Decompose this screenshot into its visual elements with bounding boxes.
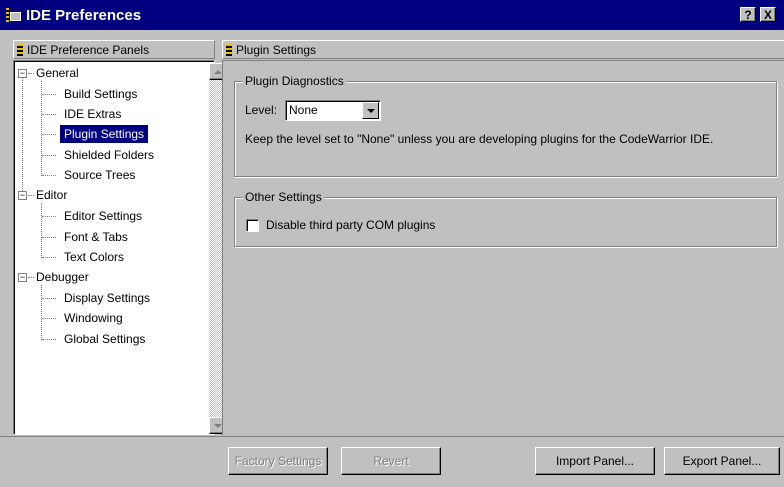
tree-line (28, 195, 34, 196)
title-bar[interactable]: IDE Preferences ? X (0, 0, 784, 30)
tree-line (42, 134, 56, 135)
chevron-down-icon (366, 108, 375, 113)
tree-line (42, 155, 56, 156)
level-label: Level: (245, 103, 278, 117)
tree-item-shielded-folders[interactable]: Shielded Folders (64, 146, 154, 164)
panel-tag-icon (226, 43, 232, 56)
help-button[interactable]: ? (740, 7, 756, 22)
tree-line (42, 237, 56, 238)
arrow-up-icon (213, 69, 222, 74)
tree-line (41, 203, 42, 258)
tree-item-build-settings[interactable]: Build Settings (64, 85, 137, 103)
tree-item-source-trees[interactable]: Source Trees (64, 166, 135, 184)
panel-title: Plugin Settings (236, 42, 317, 57)
settings-panel: Plugin Diagnostics Level: None Keep the … (222, 60, 784, 435)
bottom-separator (0, 436, 784, 437)
tree-item-editor-settings[interactable]: Editor Settings (64, 207, 142, 225)
revert-button[interactable]: Revert (341, 447, 441, 475)
tree-line (42, 175, 56, 176)
level-select[interactable]: None (285, 100, 381, 121)
import-panel-button[interactable]: Import Panel... (535, 447, 655, 475)
tree-line (42, 94, 56, 95)
disable-com-plugins-label[interactable]: Disable third party COM plugins (266, 218, 435, 232)
window-title: IDE Preferences (26, 6, 142, 24)
collapse-editor-icon[interactable]: − (18, 191, 27, 200)
panel-tag-icon (17, 43, 23, 56)
tree-line (42, 339, 56, 340)
tree-group-general[interactable]: General (36, 64, 79, 82)
preference-tree[interactable]: − General Build Settings IDE Extras Plug… (13, 60, 226, 435)
level-value: None (289, 103, 318, 117)
other-settings-title: Other Settings (243, 190, 324, 204)
export-panel-button[interactable]: Export Panel... (664, 447, 780, 475)
tree-item-ide-extras[interactable]: IDE Extras (64, 105, 121, 123)
tree-item-global-settings[interactable]: Global Settings (64, 330, 145, 348)
tree-line (28, 73, 34, 74)
close-button[interactable]: X (760, 7, 776, 22)
collapse-general-icon[interactable]: − (18, 69, 27, 78)
tree-item-plugin-settings[interactable]: Plugin Settings (60, 125, 149, 143)
panel-header: Plugin Settings (222, 40, 784, 59)
tree-item-text-colors[interactable]: Text Colors (64, 248, 124, 266)
app-icon (6, 7, 22, 23)
tree-item-display-settings[interactable]: Display Settings (64, 289, 150, 307)
tree-header-label: IDE Preference Panels (27, 42, 150, 57)
tree-item-font-tabs[interactable]: Font & Tabs (64, 228, 128, 246)
tree-group-editor[interactable]: Editor (36, 186, 67, 204)
tree-line (28, 277, 34, 278)
dropdown-button[interactable] (362, 102, 379, 119)
ide-preferences-window: IDE Preferences ? X IDE Preference Panel… (0, 0, 784, 487)
tree-line (42, 257, 56, 258)
factory-settings-button[interactable]: Factory Settings (228, 447, 328, 475)
tree-line (42, 216, 56, 217)
collapse-debugger-icon[interactable]: − (18, 273, 27, 282)
tree-line (41, 285, 42, 340)
tree-line (22, 75, 23, 195)
arrow-down-icon (213, 423, 222, 428)
tree-header: IDE Preference Panels (13, 40, 215, 59)
tree-group-debugger[interactable]: Debugger (36, 268, 89, 286)
level-hint: Keep the level set to "None" unless you … (245, 132, 714, 146)
plugin-diagnostics-title: Plugin Diagnostics (243, 74, 346, 88)
tree-item-windowing[interactable]: Windowing (64, 309, 123, 327)
tree-line (41, 81, 42, 176)
tree-line (42, 298, 56, 299)
tree-line (42, 114, 56, 115)
disable-com-plugins-checkbox[interactable] (246, 219, 259, 232)
tree-line (42, 318, 56, 319)
plugin-diagnostics-group: Plugin Diagnostics Level: None Keep the … (234, 74, 777, 177)
other-settings-group: Other Settings Disable third party COM p… (234, 190, 777, 247)
